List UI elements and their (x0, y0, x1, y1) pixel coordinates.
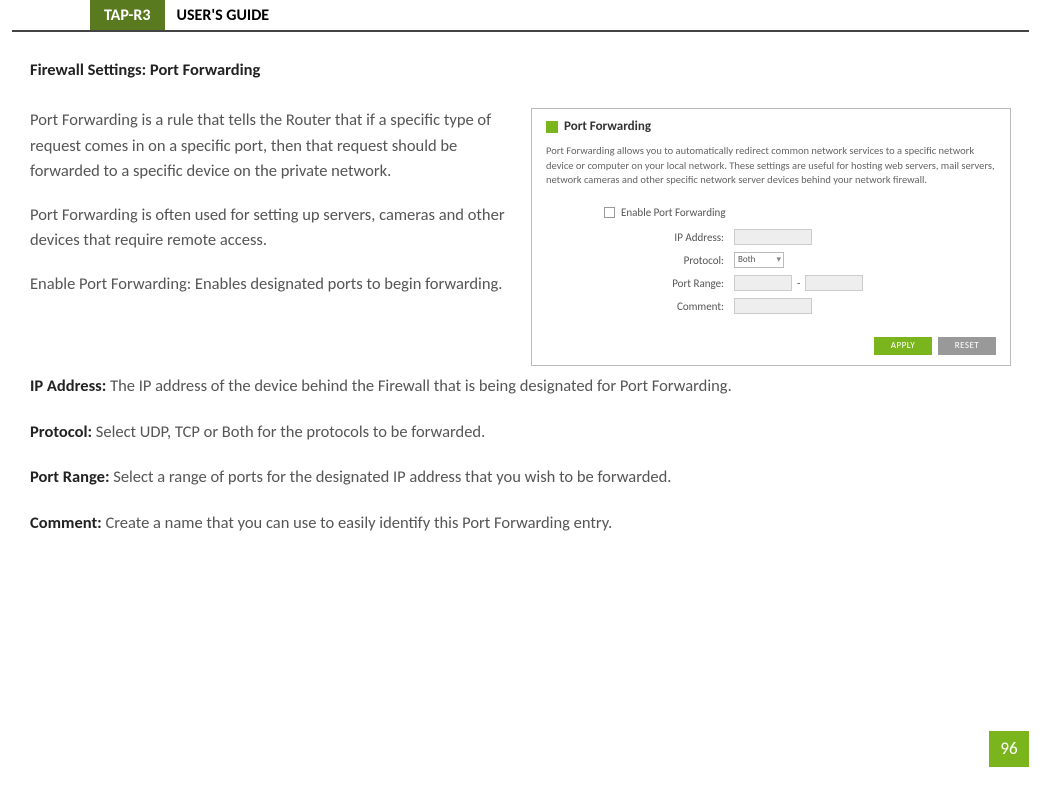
enable-label: Enable Port Forwarding (621, 206, 726, 219)
protocol-select[interactable]: Both (734, 252, 784, 268)
enable-checkbox[interactable] (604, 207, 615, 218)
definition-ip: IP Address: The IP address of the device… (30, 374, 1011, 400)
panel-description: Port Forwarding allows you to automatica… (546, 144, 996, 188)
panel-inner: Port Forwarding Port Forwarding allows y… (532, 109, 1010, 331)
definition-protocol: Protocol: Select UDP, TCP or Both for th… (30, 420, 1011, 446)
definition-comment-label: Comment: (30, 513, 105, 533)
definition-port-range-label: Port Range: (30, 467, 113, 487)
enable-row: Enable Port Forwarding (604, 206, 996, 219)
paragraph-2: Port Forwarding is often used for settin… (30, 203, 513, 254)
protocol-row: Protocol: Both (604, 252, 996, 268)
square-icon (546, 121, 558, 133)
port-range-end-input[interactable] (805, 275, 863, 291)
ip-row: IP Address: (604, 229, 996, 245)
port-range-dash: - (792, 277, 805, 290)
definition-comment: Comment: Create a name that you can use … (30, 511, 1011, 537)
definition-protocol-text: Select UDP, TCP or Both for the protocol… (96, 422, 485, 442)
port-range-row: Port Range: - (604, 275, 996, 291)
comment-row: Comment: (604, 298, 996, 314)
header-leading-space (12, 0, 90, 30)
definition-comment-text: Create a name that you can use to easily… (105, 513, 612, 533)
page-content: Firewall Settings: Port Forwarding Port … (0, 32, 1041, 536)
port-range-start-input[interactable] (734, 275, 792, 291)
definition-port-range: Port Range: Select a range of ports for … (30, 465, 1011, 491)
comment-input[interactable] (734, 298, 812, 314)
comment-label: Comment: (604, 300, 734, 313)
paragraph-3: Enable Port Forwarding: Enables designat… (30, 272, 513, 298)
definition-ip-label: IP Address: (30, 376, 110, 396)
panel-form: Enable Port Forwarding IP Address: Proto… (546, 206, 996, 314)
protocol-label: Protocol: (604, 254, 734, 267)
header-bar: TAP-R3 USER'S GUIDE (12, 0, 1029, 32)
port-range-label: Port Range: (604, 277, 734, 290)
panel-heading: Port Forwarding (546, 119, 996, 134)
page-number: 96 (989, 731, 1029, 767)
header-product-badge: TAP-R3 (90, 0, 165, 30)
screenshot-panel: Port Forwarding Port Forwarding allows y… (531, 108, 1011, 366)
panel-title: Port Forwarding (564, 119, 651, 134)
definition-protocol-label: Protocol: (30, 422, 96, 442)
definition-ip-text: The IP address of the device behind the … (110, 376, 732, 396)
reset-button[interactable]: RESET (938, 337, 996, 355)
panel-buttons: APPLY RESET (532, 331, 1010, 365)
ip-label: IP Address: (604, 231, 734, 244)
ip-input[interactable] (734, 229, 812, 245)
paragraph-1: Port Forwarding is a rule that tells the… (30, 108, 513, 185)
section-title: Firewall Settings: Port Forwarding (30, 60, 1011, 80)
header-title: USER'S GUIDE (165, 0, 270, 30)
definition-port-range-text: Select a range of ports for the designat… (113, 467, 671, 487)
text-column: Port Forwarding is a rule that tells the… (30, 108, 513, 315)
apply-button[interactable]: APPLY (874, 337, 932, 355)
